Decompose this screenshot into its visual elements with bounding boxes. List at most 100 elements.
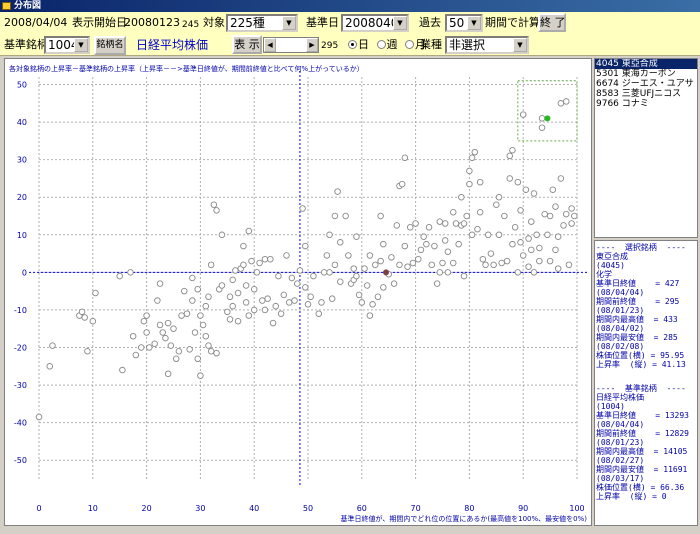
data-point [210,201,218,208]
radio-month[interactable] [405,40,414,49]
stock-list-item[interactable]: 9766 コナミ [595,99,697,109]
x-tick-label: 30 [195,504,205,513]
data-point [242,282,250,289]
data-point [388,254,395,261]
data-point [213,207,220,214]
data-point [197,312,204,319]
data-point [205,293,212,301]
info-line: (08/03/17) [596,474,645,483]
data-point [536,244,543,252]
data-point [242,299,250,306]
period-radio-group: 日 週 月 [344,36,426,54]
data-point [207,261,215,269]
data-point [441,220,449,227]
data-point [350,265,357,272]
window-titlebar[interactable]: 分布図 [0,0,700,12]
end-button[interactable]: 終 了 [538,13,566,32]
data-point [546,212,554,220]
data-point [544,231,551,239]
industry-select[interactable]: 非選択 ▼ [445,36,529,54]
data-point [245,312,253,319]
data-point [495,231,503,239]
stock-list-item[interactable]: 8583 三菱UFJニコス [595,89,697,99]
stock-list-item[interactable]: 6674 ジーエス・ユアサ [595,79,697,89]
y-tick-label: 0 [22,268,27,277]
data-point [458,193,465,201]
data-point [296,267,304,274]
info-line: (08/04/04) [596,420,645,429]
data-point [509,240,516,248]
data-point [229,302,236,310]
data-point [369,301,376,308]
data-point [129,332,137,340]
data-point [250,286,258,293]
data-point [310,272,317,280]
data-point [562,210,570,218]
stock-name-button[interactable]: 銘柄名 [94,36,126,55]
data-point [466,180,473,188]
data-point [164,370,172,378]
data-point [92,289,99,297]
start-date-label: 表示開始日: [72,16,131,29]
data-point [264,295,271,302]
data-point [541,210,548,218]
display-button[interactable]: 表 示 [232,35,262,54]
data-point [503,257,511,265]
stock-list-item[interactable]: 5301 東海カーボン [595,69,697,79]
data-point [355,291,363,299]
data-point [261,306,269,314]
data-point [194,286,201,293]
data-point [428,261,435,269]
date-slider[interactable]: ◀ ▶ [263,37,319,53]
data-point [46,363,54,370]
chevron-down-icon[interactable]: ▼ [513,38,527,52]
toolbar: 2008/04/04 表示開始日: 20080123 245 対象 225種 ▼… [0,12,700,56]
data-point [571,212,578,220]
data-point [417,246,425,254]
chevron-down-icon[interactable]: ▼ [74,38,88,52]
info-line: 期間内最高値 = 14105 [596,447,688,456]
x-tick-label: 90 [518,504,528,513]
period-calc-label: 期間で計算 [485,16,540,29]
stock-list-item[interactable]: 4045 東亞合成 [595,59,697,69]
data-point [479,255,487,263]
chevron-down-icon[interactable]: ▼ [467,16,481,30]
data-point [137,344,145,351]
info-line: 株価位置(横) = 95.95 [596,351,685,360]
data-point [353,272,360,280]
data-point [450,209,457,216]
chart-title: 各対象銘柄の上昇率－基準銘柄の上昇率（上昇率－－>基準日終値が、期間前終値と比べ… [9,64,364,73]
data-point [468,231,476,239]
data-point [189,297,196,304]
target-label: 対象 [203,16,225,29]
past-label: 過去 [419,16,441,29]
data-point [409,259,417,267]
data-point [302,242,309,250]
radio-day[interactable] [348,40,357,49]
chevron-down-icon[interactable]: ▼ [393,16,407,30]
data-point [35,413,43,421]
data-point [240,242,247,250]
chevron-left-icon[interactable]: ◀ [264,38,276,52]
data-point [199,321,207,329]
chevron-right-icon[interactable]: ▶ [306,38,318,52]
data-point [245,227,253,235]
data-point [226,316,234,323]
info-line: 株価位置(横) = 66.36 [596,483,685,492]
stock-list[interactable]: 4045 東亞合成 5301 東海カーボン 6674 ジーエス・ユアサ 8583 三菱… [594,58,698,238]
base-date-select[interactable]: 20080404 ▼ [341,14,409,32]
data-point [159,329,166,336]
target-select[interactable]: 225種 ▼ [226,14,298,32]
y-tick-label: -50 [14,456,27,465]
data-point [450,259,457,267]
chevron-down-icon[interactable]: ▼ [282,16,296,30]
data-point [444,269,452,276]
past-period-select[interactable]: 50 ▼ [445,14,483,32]
base-stock-select[interactable]: 1004 ▼ [44,36,90,54]
data-point [549,186,557,193]
data-point [476,178,484,186]
radio-week[interactable] [376,40,386,49]
data-point [256,259,263,267]
info-line: 期間前終値 = 12829 [596,429,689,438]
data-point [493,201,500,208]
